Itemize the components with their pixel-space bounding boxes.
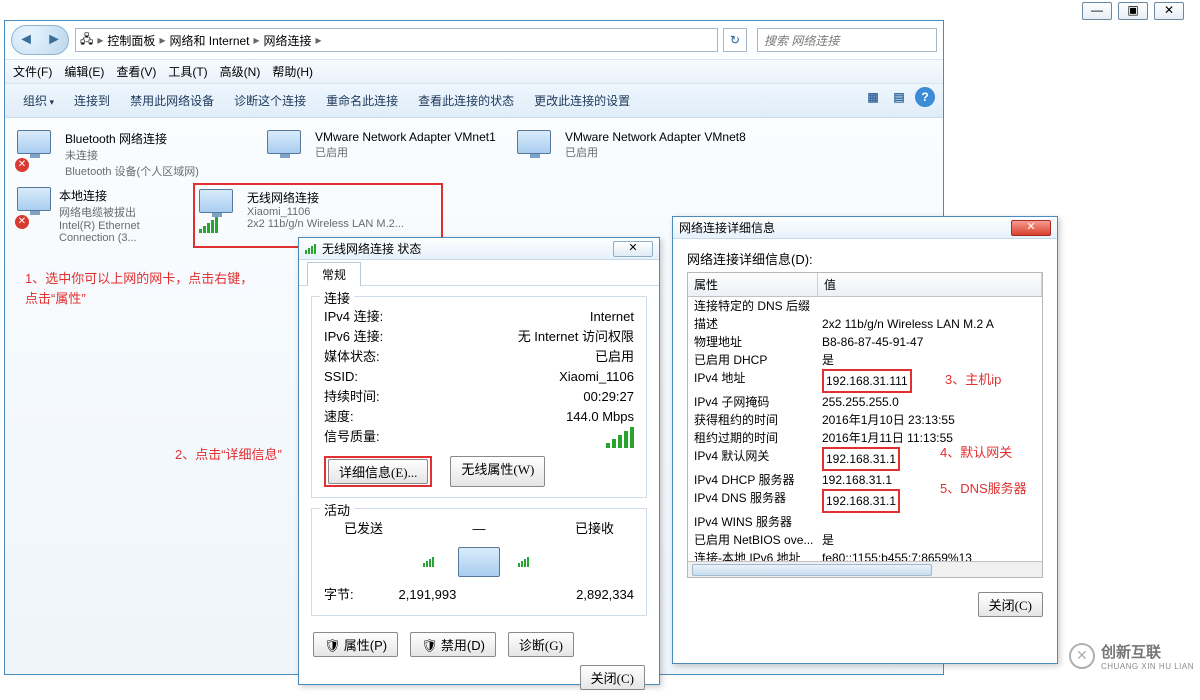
tab-general[interactable]: 常规 (307, 262, 361, 286)
cmd-status[interactable]: 查看此连接的状态 (408, 89, 524, 112)
menu-bar: 文件(F) 编辑(E) 查看(V) 工具(T) 高级(N) 帮助(H) (5, 59, 943, 84)
disable-button[interactable]: 🛡 禁用(D) (410, 632, 496, 657)
watermark: 创新互联 CHUANG XIN HU LIAN (1069, 641, 1194, 671)
col-prop[interactable]: 属性 (688, 273, 818, 296)
menu-view[interactable]: 查看(V) (116, 63, 156, 80)
status-dialog-title: 无线网络连接 状态 (322, 240, 421, 257)
activity-group: 活动 已发送 — 已接收 字节: 2,191,993 2,892,334 (311, 508, 647, 616)
status-dialog: 无线网络连接 状态 ✕ 常规 连接 IPv4 连接:Internet IPv6 … (298, 237, 660, 685)
details-table: 属性 值 连接特定的 DNS 后缀描述2x2 11b/g/n Wireless … (687, 272, 1043, 578)
breadcrumb-net[interactable]: 网络和 Internet (169, 32, 249, 49)
status-close-button[interactable]: ✕ (613, 241, 653, 257)
annotation-5: 5、DNS服务器 (940, 479, 1027, 499)
back-icon[interactable]: ◄ (18, 31, 34, 49)
command-bar: 组织 连接到 禁用此网络设备 诊断这个连接 重命名此连接 查看此连接的状态 更改… (5, 84, 943, 118)
breadcrumb-root[interactable]: 控制面板 (107, 32, 155, 49)
cmd-diagnose[interactable]: 诊断这个连接 (224, 89, 316, 112)
preview-icon[interactable]: ▤ (889, 87, 909, 107)
h-scrollbar[interactable] (688, 561, 1042, 577)
refresh-button[interactable]: ↻ (723, 28, 747, 52)
search-input[interactable]: 搜索 网络连接 (757, 28, 937, 52)
menu-edit[interactable]: 编辑(E) (64, 63, 104, 80)
error-icon: ✕ (15, 215, 29, 229)
view-icon[interactable]: ▦ (863, 87, 883, 107)
menu-advanced[interactable]: 高级(N) (220, 63, 261, 80)
annotation-1: 1、选中你可以上网的网卡，点击右键，点击“属性” (25, 269, 265, 308)
conn-bluetooth[interactable]: ✕ Bluetooth 网络连接 未连接 Bluetooth 设备(个人区域网) (13, 126, 263, 183)
details-dialog-title: 网络连接详细信息 (679, 219, 775, 236)
details-dialog: 网络连接详细信息 ✕ 网络连接详细信息(D): 属性 值 连接特定的 DNS 后… (672, 216, 1058, 664)
menu-file[interactable]: 文件(F) (13, 63, 52, 80)
address-bar[interactable]: 🖧 ▸ 控制面板 ▸ 网络和 Internet ▸ 网络连接 ▸ (75, 28, 718, 52)
breadcrumb-connections[interactable]: 网络连接 (264, 32, 312, 49)
table-row: 物理地址B8-86-87-45-91-47 (688, 333, 1042, 351)
window-close-button[interactable]: ✕ (1154, 2, 1184, 20)
details-label: 网络连接详细信息(D): (687, 249, 1043, 268)
diagnose-button[interactable]: 诊断(G) (508, 632, 574, 657)
conn-vmnet1[interactable]: VMware Network Adapter VMnet1 已启用 (263, 126, 513, 183)
properties-button[interactable]: 🛡 属性(P) (313, 632, 398, 657)
cmd-connect[interactable]: 连接到 (64, 89, 120, 112)
window-max-button[interactable]: ▣ (1118, 2, 1148, 20)
col-val[interactable]: 值 (818, 273, 1042, 296)
status-close-ok-button[interactable]: 关闭(C) (580, 665, 645, 690)
help-icon[interactable]: ? (915, 87, 935, 107)
annotation-3: 3、主机ip (945, 370, 1001, 390)
sent-icon (423, 557, 434, 567)
details-close-button[interactable]: 关闭(C) (978, 592, 1043, 617)
wireless-props-button[interactable]: 无线属性(W) (450, 456, 545, 487)
table-row: 获得租约的时间2016年1月10日 23:13:55 (688, 411, 1042, 429)
signal-quality-icon (606, 427, 634, 448)
cmd-change[interactable]: 更改此连接的设置 (524, 89, 640, 112)
watermark-logo-icon (1069, 643, 1095, 669)
table-row: 连接特定的 DNS 后缀 (688, 297, 1042, 315)
monitor-icon (458, 547, 500, 577)
conn-local[interactable]: ✕ 本地连接 网络电缆被拔出 Intel(R) Ethernet Connect… (13, 183, 193, 248)
menu-tools[interactable]: 工具(T) (168, 63, 207, 80)
table-row: 描述2x2 11b/g/n Wireless LAN M.2 A (688, 315, 1042, 333)
nav-back-forward[interactable]: ◄ ► (11, 25, 69, 55)
signal-icon (199, 217, 218, 233)
recv-icon (518, 557, 529, 567)
signal-icon (305, 244, 316, 254)
table-row: IPv4 WINS 服务器 (688, 513, 1042, 531)
addr-icon: 🖧 (80, 30, 93, 51)
window-min-button[interactable]: — (1082, 2, 1112, 20)
conn-vmnet8[interactable]: VMware Network Adapter VMnet8 已启用 (513, 126, 763, 183)
cmd-organize[interactable]: 组织 (13, 89, 64, 112)
connection-group: 连接 IPv4 连接:Internet IPv6 连接:无 Internet 访… (311, 296, 647, 498)
annotation-4: 4、默认网关 (940, 443, 1012, 463)
table-row: IPv4 子网掩码255.255.255.0 (688, 393, 1042, 411)
nav-row: ◄ ► 🖧 ▸ 控制面板 ▸ 网络和 Internet ▸ 网络连接 ▸ ↻ 搜… (5, 21, 943, 59)
error-icon: ✕ (15, 158, 29, 172)
table-row: 已启用 DHCP是 (688, 351, 1042, 369)
forward-icon[interactable]: ► (46, 31, 62, 49)
cmd-disable[interactable]: 禁用此网络设备 (120, 89, 224, 112)
annotation-2: 2、点击“详细信息” (175, 445, 282, 465)
table-row: 已启用 NetBIOS ove...是 (688, 531, 1042, 549)
details-button[interactable]: 详细信息(E)... (328, 459, 428, 484)
details-close-x-button[interactable]: ✕ (1011, 220, 1051, 236)
cmd-rename[interactable]: 重命名此连接 (316, 89, 408, 112)
menu-help[interactable]: 帮助(H) (272, 63, 313, 80)
